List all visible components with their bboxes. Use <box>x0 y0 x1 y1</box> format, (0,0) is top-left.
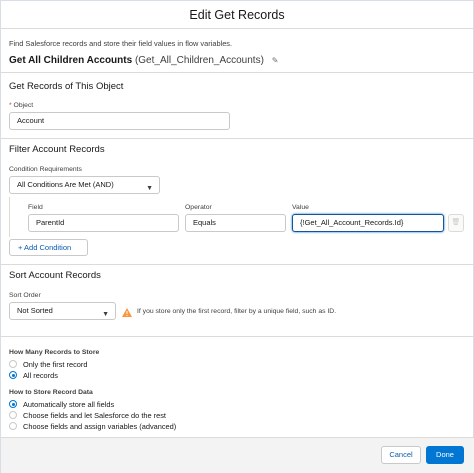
radio-choose-fields-salesforce[interactable]: Choose fields and let Salesforce do the … <box>9 411 166 421</box>
cancel-button[interactable]: Cancel <box>381 446 421 464</box>
object-input[interactable]: Account <box>9 112 230 130</box>
add-condition-button[interactable]: + Add Condition <box>9 239 88 256</box>
divider <box>1 264 474 265</box>
chevron-down-icon: ▼ <box>146 185 153 192</box>
element-label: Get All Children Accounts <box>9 55 133 66</box>
modal-header: Edit Get Records <box>1 1 473 29</box>
condition-value-input[interactable]: {!Get_All_Account_Records.Id} <box>292 214 444 232</box>
value-column-label: Value <box>292 204 309 211</box>
section-title-filter: Filter Account Records <box>9 144 105 155</box>
radio-all-records[interactable]: All records <box>9 371 58 381</box>
modal-intro-text: Find Salesforce records and store their … <box>9 39 233 48</box>
sort-order-label: Sort Order <box>9 292 41 299</box>
condition-requirements-select[interactable]: All Conditions Are Met (AND) ▼ <box>9 176 160 194</box>
operator-column-label: Operator <box>185 204 212 211</box>
condition-requirements-value: All Conditions Are Met (AND) <box>17 180 114 189</box>
radio-button[interactable] <box>9 360 17 369</box>
delete-condition-button[interactable]: 🗑 <box>448 214 464 232</box>
radio-label: Choose fields and let Salesforce do the … <box>23 411 166 420</box>
condition-field-input[interactable]: ParentId <box>28 214 179 232</box>
scrollbar[interactable] <box>469 37 473 435</box>
condition-operator-select[interactable]: Equals <box>185 214 286 232</box>
sort-warning-text: If you store only the first record, filt… <box>137 308 337 315</box>
radio-label: Automatically store all fields <box>23 400 115 409</box>
radio-label: All records <box>23 371 58 380</box>
object-label: * Object <box>9 102 33 109</box>
element-api-name: (Get_All_Children_Accounts) <box>134 55 264 66</box>
radio-button-selected[interactable] <box>9 400 17 409</box>
sort-order-value: Not Sorted <box>17 306 53 315</box>
radio-button[interactable] <box>9 411 17 420</box>
warning-icon <box>122 308 132 317</box>
section-title-sort: Sort Account Records <box>9 270 101 281</box>
section-title-get-records: Get Records of This Object <box>9 81 124 92</box>
required-mark: * <box>9 102 12 109</box>
divider <box>1 72 474 73</box>
edit-pencil-icon[interactable]: ✎ <box>272 56 279 65</box>
divider <box>1 336 474 337</box>
edit-get-records-modal: Edit Get Records Find Salesforce records… <box>0 0 474 473</box>
chevron-down-icon: ▼ <box>102 311 109 318</box>
how-many-records-label: How Many Records to Store <box>9 349 100 356</box>
how-to-store-label: How to Store Record Data <box>9 389 93 396</box>
radio-button[interactable] <box>9 422 17 431</box>
sort-order-select[interactable]: Not Sorted ▼ <box>9 302 116 320</box>
radio-label: Only the first record <box>23 360 88 369</box>
divider <box>1 138 474 139</box>
element-name: Get All Children Accounts (Get_All_Child… <box>9 55 278 66</box>
done-button[interactable]: Done <box>426 446 464 464</box>
radio-label: Choose fields and assign variables (adva… <box>23 422 177 431</box>
trash-icon: 🗑 <box>451 219 461 226</box>
field-column-label: Field <box>28 204 43 211</box>
radio-choose-fields-assign[interactable]: Choose fields and assign variables (adva… <box>9 422 176 432</box>
radio-button-selected[interactable] <box>9 371 17 380</box>
modal-title: Edit Get Records <box>189 8 285 22</box>
condition-requirements-label: Condition Requirements <box>9 166 82 173</box>
object-label-text: Object <box>13 102 34 109</box>
radio-only-first-record[interactable]: Only the first record <box>9 360 87 370</box>
radio-auto-store-fields[interactable]: Automatically store all fields <box>9 400 114 410</box>
